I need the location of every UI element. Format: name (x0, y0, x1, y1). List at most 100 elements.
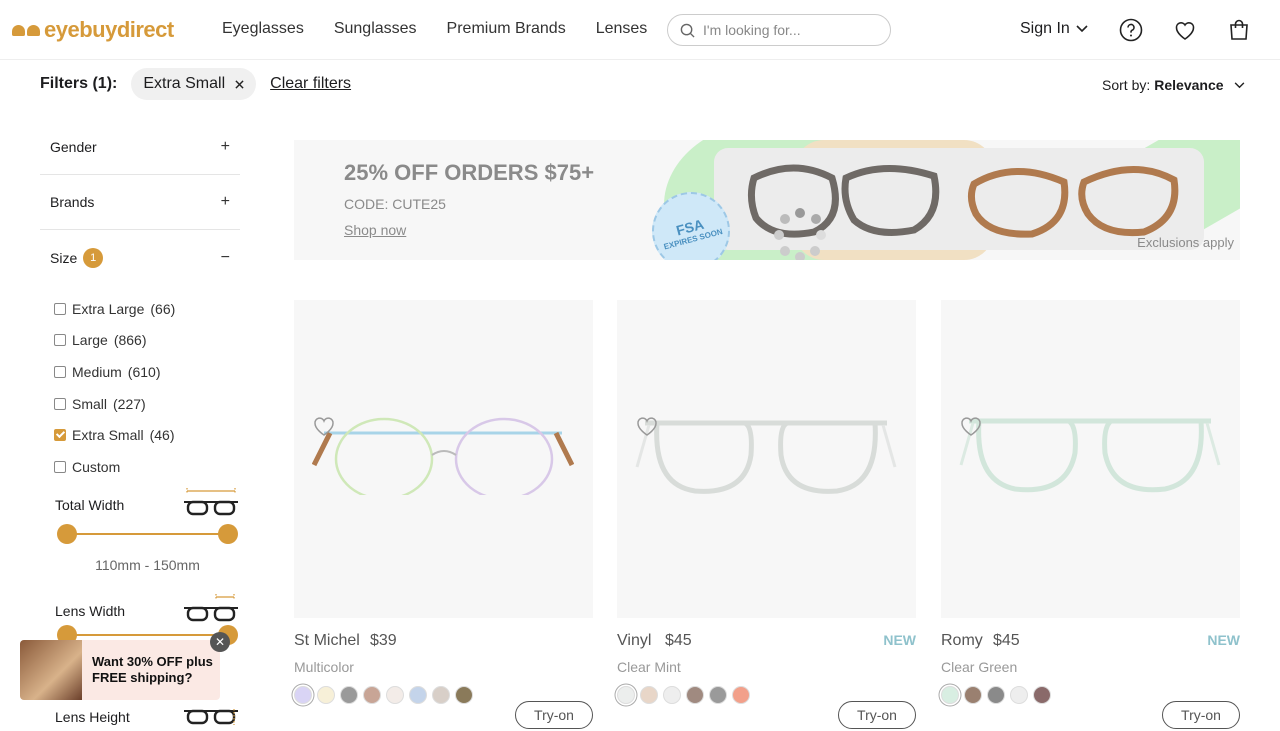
sort-dropdown[interactable]: Sort by: Relevance (1102, 77, 1245, 93)
search-box (667, 14, 891, 46)
promo-popup[interactable]: Want 30% OFF plus FREE shipping? ✕ (20, 632, 230, 700)
product-card[interactable]: St Michel $39 Multicolor Try-on (294, 300, 593, 729)
color-swatch[interactable] (363, 686, 381, 704)
promo-banner[interactable]: 25% OFF ORDERS $75+ CODE: CUTE25 Shop no… (294, 140, 1240, 260)
color-swatch[interactable] (1010, 686, 1028, 704)
logo-text: eyebuydirect (44, 17, 174, 42)
favorite-heart-icon[interactable] (635, 415, 659, 437)
size-option-small[interactable]: Small (227) (54, 388, 240, 420)
checkbox[interactable] (54, 397, 66, 410)
color-swatch[interactable] (663, 686, 681, 704)
logo-eyes-icon (12, 24, 40, 36)
favorite-heart-icon[interactable] (312, 415, 336, 437)
color-swatch[interactable] (317, 686, 335, 704)
cart-bag-icon[interactable] (1227, 18, 1251, 42)
color-swatch[interactable] (432, 686, 450, 704)
product-image[interactable] (617, 300, 916, 618)
color-swatch[interactable] (294, 686, 312, 704)
filter-chip-extra-small[interactable]: Extra Small (131, 68, 257, 100)
size-option-medium[interactable]: Medium (610) (54, 356, 240, 388)
filter-brands-toggle[interactable]: Brands + (40, 175, 240, 230)
color-swatches (941, 686, 1051, 704)
color-swatch[interactable] (987, 686, 1005, 704)
color-swatch[interactable] (340, 686, 358, 704)
sign-in-label: Sign In (1020, 20, 1070, 37)
checkbox[interactable] (54, 334, 66, 347)
size-option-count: (66) (150, 300, 176, 317)
banner-shop-now-link[interactable]: Shop now (344, 222, 406, 238)
nav-lenses[interactable]: Lenses (596, 20, 648, 38)
try-on-button[interactable]: Try-on (1162, 701, 1240, 729)
close-icon[interactable]: ✕ (210, 632, 230, 652)
frame-lens-height-icon (184, 708, 238, 725)
color-swatch[interactable] (1033, 686, 1051, 704)
total-width-max-handle[interactable] (218, 523, 238, 544)
product-name[interactable]: St Michel (294, 632, 360, 650)
nav-premium-brands[interactable]: Premium Brands (447, 20, 566, 38)
clear-filters-link[interactable]: Clear filters (270, 75, 351, 93)
product-name[interactable]: Vinyl (617, 632, 651, 650)
close-icon[interactable] (235, 79, 244, 89)
help-icon[interactable] (1119, 18, 1143, 42)
product-card[interactable]: Vinyl $45 NEW Clear Mint Try-on (617, 300, 916, 729)
search-input[interactable] (703, 22, 873, 38)
product-image[interactable] (941, 300, 1240, 618)
sign-in-button[interactable]: Sign In (1020, 20, 1088, 38)
checkbox[interactable] (54, 302, 66, 315)
total-width-min-handle[interactable] (57, 523, 77, 544)
favorite-heart-icon[interactable] (959, 415, 983, 437)
size-option-extra-small[interactable]: Extra Small (46) (54, 419, 240, 451)
product-card[interactable]: Romy $45 NEW Clear Green Try-on (941, 300, 1240, 729)
product-info: Romy $45 NEW Clear Green Try-on (941, 618, 1240, 729)
lens-width-slider-track[interactable] (67, 633, 227, 636)
chevron-down-icon (1076, 25, 1088, 33)
filter-size-toggle[interactable]: Size 1 − (40, 230, 240, 285)
minus-icon: − (220, 248, 230, 266)
product-image[interactable] (294, 300, 593, 618)
try-on-button[interactable]: Try-on (838, 701, 916, 729)
checkbox-checked[interactable] (54, 429, 66, 442)
filter-brands-label: Brands (50, 194, 95, 210)
total-width-label: Total Width (55, 496, 125, 513)
color-swatch[interactable] (941, 686, 959, 704)
filters-count-label: Filters (1): (40, 75, 118, 92)
sort-label: Sort by: (1102, 77, 1151, 93)
product-name[interactable]: Romy (941, 632, 983, 650)
checkbox[interactable] (54, 460, 66, 473)
product-color-name: Multicolor (294, 659, 354, 675)
color-swatch[interactable] (709, 686, 727, 704)
total-width-slider-track[interactable] (67, 532, 227, 535)
size-option-extra-large[interactable]: Extra Large (66) (54, 293, 240, 325)
lens-height-filter: Lens Height (40, 697, 240, 727)
size-option-custom[interactable]: Custom (54, 451, 240, 483)
color-swatches (617, 686, 750, 704)
try-on-button[interactable]: Try-on (515, 701, 593, 729)
color-swatch[interactable] (409, 686, 427, 704)
size-options: Extra Large (66) Large (866) Medium (610) S… (40, 285, 240, 483)
filter-gender-toggle[interactable]: Gender + (40, 120, 240, 175)
promo-photo (20, 640, 82, 700)
chevron-down-icon (1234, 81, 1244, 88)
nav-eyeglasses[interactable]: Eyeglasses (222, 20, 304, 38)
color-swatch[interactable] (686, 686, 704, 704)
size-option-label: Medium (72, 363, 122, 380)
product-info: Vinyl $45 NEW Clear Mint Try-on (617, 618, 916, 729)
color-swatch[interactable] (386, 686, 404, 704)
banner-title: 25% OFF ORDERS $75+ (344, 160, 595, 185)
product-price: $39 (370, 632, 397, 649)
wishlist-heart-icon[interactable] (1173, 18, 1197, 42)
checkbox[interactable] (54, 365, 66, 378)
color-swatch[interactable] (964, 686, 982, 704)
nav-sunglasses[interactable]: Sunglasses (334, 20, 417, 38)
color-swatch[interactable] (455, 686, 473, 704)
color-swatch[interactable] (617, 686, 635, 704)
new-badge: NEW (1207, 632, 1240, 648)
lens-width-label: Lens Width (55, 602, 126, 619)
filter-sidebar: Gender + Brands + Size 1 − Extra Large (6… (40, 120, 240, 727)
color-swatch[interactable] (640, 686, 658, 704)
promo-line-2: FREE shipping? (92, 670, 193, 685)
filter-chip-label: Extra Small (143, 75, 226, 92)
size-option-large[interactable]: Large (866) (54, 325, 240, 357)
logo[interactable]: eyebuydirect (12, 17, 174, 43)
color-swatch[interactable] (732, 686, 750, 704)
